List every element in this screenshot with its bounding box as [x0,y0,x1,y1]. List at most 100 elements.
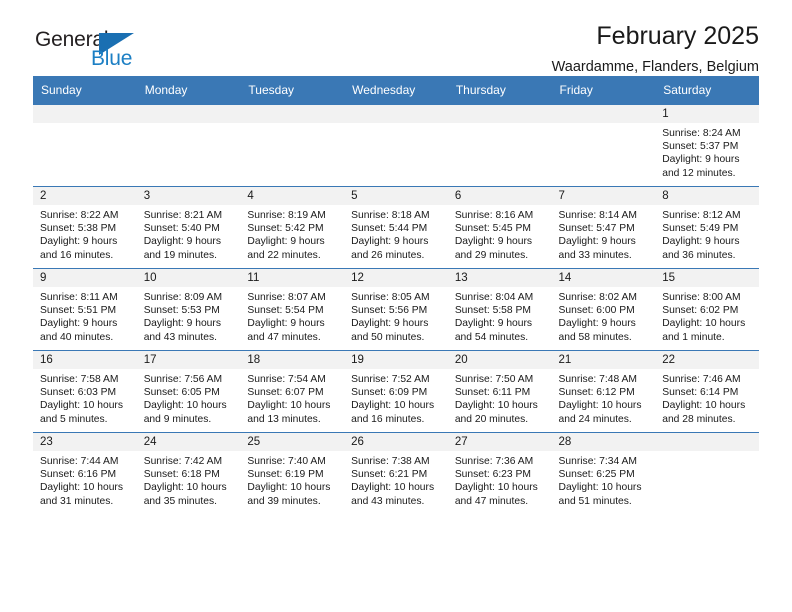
day-detail-sunset: Sunset: 6:00 PM [558,305,635,317]
day-cell-inner [551,105,656,186]
calendar-day-cell[interactable]: 21 Sunrise: 7:48 AM Sunset: 6:12 PM Dayligh… [551,350,656,433]
day-detail-daylight-line1: Daylight: 9 hours [247,318,325,330]
day-cell-inner: 27 Sunrise: 7:36 AM Sunset: 6:23 PM Dayligh… [447,433,552,514]
day-detail-daylight-line1: Daylight: 10 hours [143,400,227,412]
day-number: 15 [655,269,759,287]
calendar-day-cell[interactable]: 5 Sunrise: 8:18 AM Sunset: 5:44 PM Daylight… [344,186,448,269]
calendar-day-cell[interactable]: 9 Sunrise: 8:11 AM Sunset: 5:51 PM Daylight… [33,268,137,351]
day-details: Sunrise: 7:52 AM Sunset: 6:09 PM Daylight:… [344,369,448,426]
calendar-day-cell[interactable]: 8 Sunrise: 8:12 AM Sunset: 5:49 PM Daylight… [655,186,759,269]
calendar-day-cell[interactable]: 11 Sunrise: 8:07 AM Sunset: 5:54 PM Dayligh… [240,268,345,351]
day-detail-daylight-line2: and 5 minutes. [40,413,108,425]
day-details: Sunrise: 7:38 AM Sunset: 6:21 PM Daylight:… [344,451,448,508]
day-number: 5 [344,187,448,205]
day-details: Sunrise: 7:50 AM Sunset: 6:11 PM Daylight:… [448,369,552,426]
day-number: 16 [33,351,137,369]
calendar-day-cell[interactable]: 14 Sunrise: 8:02 AM Sunset: 6:00 PM Dayligh… [551,268,656,351]
day-detail-sunrise: Sunrise: 7:50 AM [454,374,534,385]
calendar-day-cell[interactable]: 15 Sunrise: 8:00 AM Sunset: 6:02 PM Dayligh… [655,268,759,351]
day-detail-sunset: Sunset: 5:42 PM [247,223,324,235]
day-detail-daylight-line2: and 12 minutes. [662,167,736,179]
day-detail-daylight-line1: Daylight: 9 hours [558,318,636,330]
calendar-day-cell[interactable]: 20 Sunrise: 7:50 AM Sunset: 6:11 PM Dayligh… [447,350,552,433]
calendar-day-cell[interactable]: 19 Sunrise: 7:52 AM Sunset: 6:09 PM Dayligh… [344,350,448,433]
day-detail-daylight-line2: and 24 minutes. [558,413,632,425]
calendar-day-cell[interactable]: 17 Sunrise: 7:56 AM Sunset: 6:05 PM Dayligh… [136,350,241,433]
calendar-day-cell[interactable]: 4 Sunrise: 8:19 AM Sunset: 5:42 PM Daylight… [240,186,345,269]
day-detail-daylight-line2: and 20 minutes. [454,413,529,425]
day-details: Sunrise: 8:14 AM Sunset: 5:47 PM Daylight:… [552,205,656,262]
day-detail-daylight-line2: and 40 minutes. [40,331,114,343]
calendar-week-row: 16 Sunrise: 7:58 AM Sunset: 6:03 PM Dayligh… [33,350,759,433]
calendar-day-cell[interactable]: 22 Sunrise: 7:46 AM Sunset: 6:14 PM Dayligh… [655,350,759,433]
day-detail-daylight-line2: and 1 minute. [662,331,725,343]
day-detail-daylight-line1: Daylight: 9 hours [662,236,740,248]
day-detail-daylight-line1: Daylight: 9 hours [40,318,118,330]
day-details: Sunrise: 8:22 AM Sunset: 5:38 PM Daylight:… [33,205,137,262]
day-number: 18 [240,351,345,369]
weekday-header-thursday: Thursday [447,76,552,105]
calendar-day-cell[interactable]: 12 Sunrise: 8:05 AM Sunset: 5:56 PM Dayligh… [344,268,448,351]
day-detail-sunrise: Sunrise: 8:12 AM [662,210,741,221]
calendar-day-cell[interactable]: 6 Sunrise: 8:16 AM Sunset: 5:45 PM Daylight… [447,186,552,269]
day-detail-daylight-line1: Daylight: 10 hours [247,482,331,494]
day-number: 9 [33,269,137,287]
day-detail-daylight-line1: Daylight: 10 hours [662,318,746,330]
day-details: Sunrise: 8:18 AM Sunset: 5:44 PM Daylight:… [344,205,448,262]
calendar-day-cell-empty [344,104,448,187]
calendar-day-cell[interactable]: 13 Sunrise: 8:04 AM Sunset: 5:58 PM Dayligh… [447,268,552,351]
day-cell-inner: 22 Sunrise: 7:46 AM Sunset: 6:14 PM Dayligh… [655,351,759,432]
day-number [344,105,448,123]
calendar-day-cell[interactable]: 26 Sunrise: 7:38 AM Sunset: 6:21 PM Dayligh… [344,432,448,514]
day-detail-sunrise: Sunrise: 8:19 AM [247,210,326,221]
calendar-day-cell-empty [33,104,137,187]
day-details: Sunrise: 7:56 AM Sunset: 6:05 PM Daylight:… [137,369,241,426]
calendar-day-cell[interactable]: 7 Sunrise: 8:14 AM Sunset: 5:47 PM Daylight… [551,186,656,269]
day-number: 6 [447,187,552,205]
day-details: Sunrise: 8:09 AM Sunset: 5:53 PM Daylight:… [137,287,241,344]
calendar-day-cell[interactable]: 23 Sunrise: 7:44 AM Sunset: 6:16 PM Dayligh… [33,432,137,514]
calendar-day-cell[interactable]: 16 Sunrise: 7:58 AM Sunset: 6:03 PM Dayligh… [33,350,137,433]
weekday-header-wednesday: Wednesday [344,76,448,105]
calendar-day-cell[interactable]: 27 Sunrise: 7:36 AM Sunset: 6:23 PM Dayligh… [447,432,552,514]
calendar-day-cell[interactable]: 10 Sunrise: 8:09 AM Sunset: 5:53 PM Dayligh… [136,268,241,351]
day-detail-daylight-line2: and 26 minutes. [351,249,425,261]
day-detail-daylight-line1: Daylight: 10 hours [351,400,435,412]
calendar-day-cell-empty [136,104,241,187]
day-detail-sunset: Sunset: 6:12 PM [558,387,635,399]
day-details: Sunrise: 8:19 AM Sunset: 5:42 PM Daylight:… [240,205,344,262]
day-cell-inner: 3 Sunrise: 8:21 AM Sunset: 5:40 PM Daylight… [136,187,241,268]
day-detail-sunset: Sunset: 5:47 PM [558,223,635,235]
calendar-day-cell[interactable]: 18 Sunrise: 7:54 AM Sunset: 6:07 PM Dayligh… [240,350,345,433]
day-detail-sunset: Sunset: 6:19 PM [247,469,324,481]
day-detail-sunrise: Sunrise: 8:22 AM [40,210,119,221]
day-number [240,105,345,123]
day-number: 3 [136,187,241,205]
day-detail-daylight-line2: and 28 minutes. [662,413,736,425]
day-detail-daylight-line2: and 33 minutes. [558,249,632,261]
day-detail-daylight-line2: and 47 minutes. [454,495,529,507]
day-detail-sunset: Sunset: 5:49 PM [662,223,739,235]
day-detail-daylight-line1: Daylight: 9 hours [143,318,221,330]
day-details: Sunrise: 7:34 AM Sunset: 6:25 PM Daylight:… [552,451,656,508]
calendar-day-cell[interactable]: 2 Sunrise: 8:22 AM Sunset: 5:38 PM Daylight… [33,186,137,269]
day-number: 19 [344,351,448,369]
weekday-header-monday: Monday [136,76,241,105]
calendar-day-cell[interactable]: 28 Sunrise: 7:34 AM Sunset: 6:25 PM Dayligh… [551,432,656,514]
day-detail-daylight-line1: Daylight: 10 hours [247,400,331,412]
day-cell-inner: 24 Sunrise: 7:42 AM Sunset: 6:18 PM Dayligh… [136,433,241,514]
day-detail-sunset: Sunset: 6:14 PM [662,387,739,399]
calendar-day-cell[interactable]: 25 Sunrise: 7:40 AM Sunset: 6:19 PM Dayligh… [240,432,345,514]
day-detail-sunrise: Sunrise: 7:48 AM [558,374,637,385]
day-detail-sunrise: Sunrise: 8:07 AM [247,292,326,303]
general-blue-logo[interactable]: General Blue [35,28,215,76]
day-cell-inner [344,105,448,186]
calendar-day-cell[interactable]: 1 Sunrise: 8:24 AM Sunset: 5:37 PM Daylight… [655,104,759,187]
calendar-day-cell[interactable]: 3 Sunrise: 8:21 AM Sunset: 5:40 PM Daylight… [136,186,241,269]
day-cell-inner: 9 Sunrise: 8:11 AM Sunset: 5:51 PM Daylight… [33,269,137,350]
day-detail-sunset: Sunset: 6:09 PM [351,387,428,399]
day-number: 12 [344,269,448,287]
calendar-day-cell[interactable]: 24 Sunrise: 7:42 AM Sunset: 6:18 PM Dayligh… [136,432,241,514]
calendar-day-cell-empty [551,104,656,187]
day-detail-daylight-line1: Daylight: 10 hours [454,482,538,494]
